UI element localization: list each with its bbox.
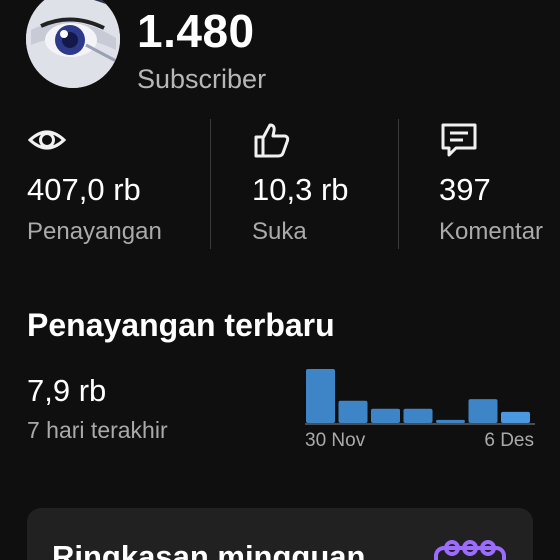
- comment-icon: [439, 120, 479, 160]
- calendar-illustration-icon: [432, 538, 512, 560]
- avatar-art: [26, 0, 120, 88]
- eye-icon: [27, 120, 67, 160]
- weekly-summary-title: Ringkasan mingguan: [52, 539, 366, 560]
- chart-bar: [338, 400, 368, 423]
- recent-views-value: 7,9 rb: [27, 373, 107, 408]
- stat-value: 397: [439, 172, 491, 207]
- chart-bar: [436, 419, 465, 423]
- channel-avatar[interactable]: [26, 0, 120, 88]
- recent-views-chart[interactable]: 30 Nov 6 Des: [305, 360, 535, 455]
- stat-value: 407,0 rb: [27, 172, 141, 207]
- chart-tick-label: 30 Nov: [305, 430, 366, 451]
- stat-label: Penayangan: [27, 218, 162, 245]
- divider: [398, 119, 399, 249]
- subscriber-label: Subscriber: [137, 64, 267, 94]
- stat-value: 10,3 rb: [252, 172, 349, 207]
- stat-label: Komentar: [439, 218, 544, 245]
- subscriber-count: 1.480: [137, 5, 255, 57]
- recent-views-period: 7 hari terakhir: [27, 417, 168, 443]
- stat-label: Suka: [252, 218, 307, 245]
- channel-analytics-screen: 1.480 Subscriber 407,0 rb Penayangan 10,…: [0, 0, 560, 560]
- divider: [210, 119, 211, 249]
- chart-bar: [371, 408, 400, 423]
- chart-tick-label: 6 Des: [484, 430, 534, 451]
- chart-bar: [403, 408, 433, 423]
- chart-bar: [501, 411, 530, 423]
- recent-views-title: Penayangan terbaru: [27, 307, 335, 343]
- thumbs-up-icon: [252, 120, 292, 160]
- chart-bar: [306, 369, 335, 423]
- weekly-summary-card[interactable]: Ringkasan mingguan: [27, 508, 533, 560]
- chart-bar: [468, 399, 498, 423]
